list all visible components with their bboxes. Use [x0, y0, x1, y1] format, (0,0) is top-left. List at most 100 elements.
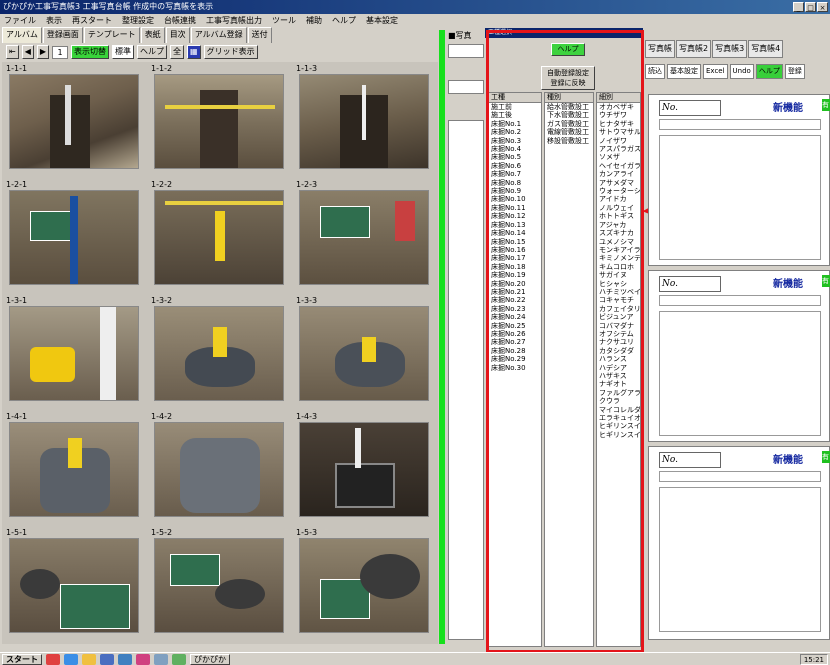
first-page-icon[interactable]: ⇤: [6, 45, 19, 59]
list-item[interactable]: ユメノシマ: [597, 238, 640, 246]
list-item[interactable]: ハザキス: [597, 372, 640, 380]
middle-area[interactable]: [448, 120, 484, 640]
list-item[interactable]: ハチミツベイ: [597, 288, 640, 296]
start-button[interactable]: スタート: [2, 653, 42, 665]
list-item[interactable]: ナクサユリ: [597, 338, 640, 346]
list-item[interactable]: サトウマサル: [597, 128, 640, 136]
list-item[interactable]: 床掘No.16: [489, 246, 541, 254]
list-item[interactable]: 床掘No.12: [489, 212, 541, 220]
detail-list[interactable]: 細別 オカベザキ ウチザワ ヒナタザキ サトウマサル ノイザワ アスパラガス ソメザ ヘイセイ…: [596, 92, 641, 647]
tab-album[interactable]: アルバム: [2, 27, 42, 43]
thumbnail[interactable]: 1-3-3: [294, 296, 434, 401]
thumbnail[interactable]: 1-1-3: [294, 64, 434, 169]
menu-item[interactable]: 基本設定: [366, 14, 398, 27]
thumbnail[interactable]: 1-4-2: [149, 412, 289, 517]
menu-item[interactable]: 表示: [46, 14, 62, 27]
number-field[interactable]: No.: [659, 100, 721, 116]
list-item[interactable]: マイコレルダ: [597, 406, 640, 414]
undo-button[interactable]: Undo: [729, 63, 754, 79]
list-item[interactable]: コキャモチ: [597, 296, 640, 304]
list-item[interactable]: 電線管敷設工: [545, 128, 593, 136]
all-button[interactable]: 全: [170, 45, 185, 59]
list-item[interactable]: ビジュンア: [597, 313, 640, 321]
list-item[interactable]: 床掘No.7: [489, 170, 541, 178]
list-item[interactable]: 床掘No.3: [489, 137, 541, 145]
list-item[interactable]: ハランス: [597, 355, 640, 363]
register-button[interactable]: 登録: [784, 63, 805, 79]
app-icon[interactable]: [172, 653, 186, 665]
thumbnail[interactable]: 1-1-2: [149, 64, 289, 169]
prev-page-icon[interactable]: ◀: [21, 45, 34, 59]
list-item[interactable]: 施工後: [489, 111, 541, 119]
title-field[interactable]: [659, 295, 821, 306]
list-item[interactable]: 床掘No.5: [489, 153, 541, 161]
list-item[interactable]: カタシダダ: [597, 347, 640, 355]
list-item[interactable]: 床掘No.2: [489, 128, 541, 136]
tab-photobook-2[interactable]: 写真帳2: [676, 40, 712, 58]
menu-item[interactable]: 工事写真帳出力: [206, 14, 262, 27]
list-item[interactable]: ヒギリンスイキ: [597, 431, 640, 439]
list-item[interactable]: アイドカ: [597, 195, 640, 203]
menu-item[interactable]: ツール: [272, 14, 296, 27]
list-item[interactable]: 床掘No.14: [489, 229, 541, 237]
menu-item[interactable]: 補助: [306, 14, 322, 27]
excel-button[interactable]: Excel: [703, 63, 728, 79]
list-item[interactable]: 床掘No.18: [489, 263, 541, 271]
list-item[interactable]: 床掘No.22: [489, 296, 541, 304]
list-item[interactable]: 床掘No.10: [489, 195, 541, 203]
list-item[interactable]: 床掘No.13: [489, 221, 541, 229]
menu-item[interactable]: ヘルプ: [332, 14, 356, 27]
new-feature-label[interactable]: 新機能: [773, 451, 803, 466]
new-feature-label[interactable]: 新機能: [773, 99, 803, 114]
memo-field[interactable]: [659, 487, 821, 632]
tab-template[interactable]: テンプレート: [83, 27, 140, 43]
dialog-help-button[interactable]: ヘルプ: [551, 43, 585, 56]
tab-album-register[interactable]: アルバム登録: [190, 27, 247, 43]
list-item[interactable]: ナギオト: [597, 380, 640, 388]
list-item[interactable]: ヘイセイガラス: [597, 162, 640, 170]
list-item[interactable]: ヒナタザキ: [597, 120, 640, 128]
page-number-input[interactable]: 1: [52, 45, 69, 59]
browser-icon[interactable]: [46, 653, 60, 665]
list-item[interactable]: ヒシャシ: [597, 280, 640, 288]
memo-field[interactable]: [659, 135, 821, 260]
list-item[interactable]: 床掘No.26: [489, 330, 541, 338]
list-item[interactable]: 床掘No.27: [489, 338, 541, 346]
list-item[interactable]: 床掘No.8: [489, 179, 541, 187]
list-item[interactable]: 床掘No.4: [489, 145, 541, 153]
tab-register[interactable]: 登録画面: [42, 27, 83, 43]
list-item[interactable]: 床掘No.23: [489, 305, 541, 313]
title-field[interactable]: [659, 471, 821, 482]
app-icon[interactable]: [118, 653, 132, 665]
list-item[interactable]: 下水管敷設工: [545, 111, 593, 119]
maximize-button[interactable]: □: [805, 2, 816, 12]
list-item[interactable]: ヒギリンスイキ: [597, 422, 640, 430]
size-select[interactable]: 標準: [112, 45, 135, 59]
settings-button[interactable]: 基本設定: [667, 63, 701, 79]
number-field[interactable]: No.: [659, 452, 721, 468]
menu-item[interactable]: 再スタート: [72, 14, 112, 27]
list-item[interactable]: ファルグアラン: [597, 389, 640, 397]
type-list[interactable]: 種別 給水管敷設工 下水管敷設工 ガス管敷設工 電線管敷設工 移設管敷設工: [544, 92, 594, 647]
list-item[interactable]: コバマダナ: [597, 322, 640, 330]
list-item[interactable]: カンアライ: [597, 170, 640, 178]
ie-icon[interactable]: [64, 653, 78, 665]
list-item[interactable]: キミノメンテ: [597, 254, 640, 262]
list-item[interactable]: エラキュイオ: [597, 414, 640, 422]
thumbnail[interactable]: 1-4-1: [4, 412, 144, 517]
list-item[interactable]: 施工前: [489, 103, 541, 111]
folder-icon[interactable]: [82, 653, 96, 665]
app-icon[interactable]: [136, 653, 150, 665]
menu-item[interactable]: 整理設定: [122, 14, 154, 27]
memo-field[interactable]: [659, 311, 821, 436]
list-item[interactable]: アジャカ: [597, 221, 640, 229]
thumbnail[interactable]: 1-5-2: [149, 528, 289, 633]
thumbnail[interactable]: 1-1-1: [4, 64, 144, 169]
list-item[interactable]: 床掘No.9: [489, 187, 541, 195]
menu-item[interactable]: 台帳連携: [164, 14, 196, 27]
next-page-icon[interactable]: ▶: [36, 45, 50, 59]
tab-contents[interactable]: 目次: [165, 27, 190, 43]
list-item[interactable]: 床掘No.30: [489, 364, 541, 372]
list-item[interactable]: ウォーターシュ: [597, 187, 640, 195]
list-item[interactable]: スズキナカ: [597, 229, 640, 237]
